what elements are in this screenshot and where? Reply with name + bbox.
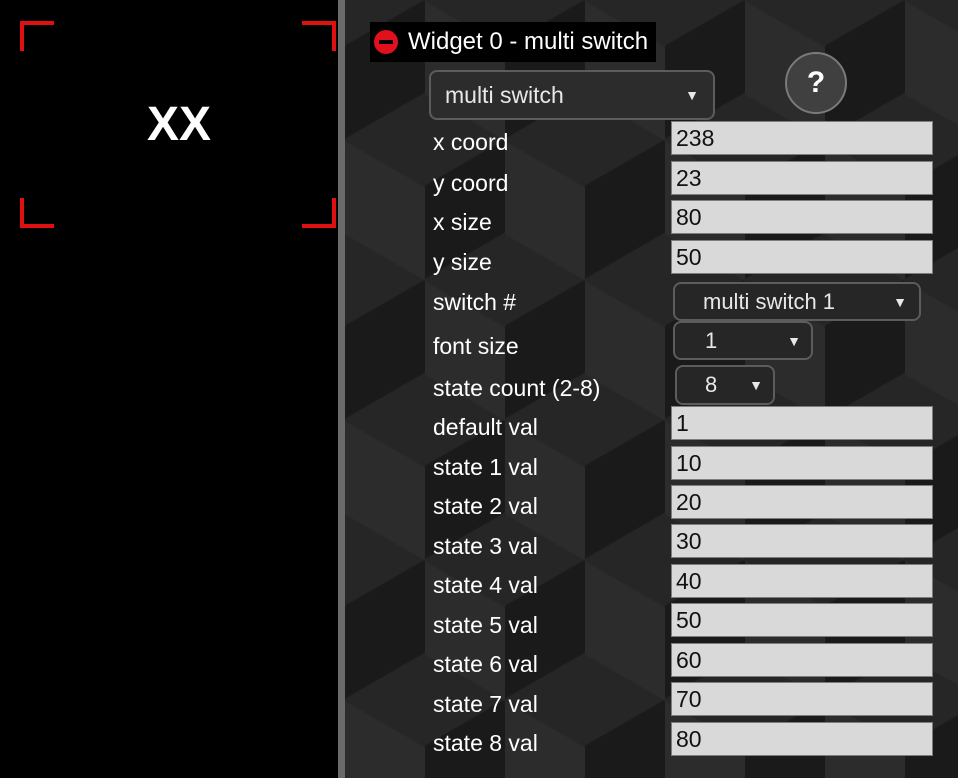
widget-type-value: multi switch (445, 81, 564, 108)
state-count-value: 8 (705, 372, 718, 397)
y-coord-input[interactable]: 23 (671, 161, 933, 195)
selection-corner-bottom-right (302, 198, 336, 228)
widget-preview-panel: XX (0, 0, 338, 778)
switch-number-label: switch # (433, 289, 517, 315)
triangle-down-icon: ▼ (685, 87, 699, 103)
default-val-label: default val (433, 414, 538, 440)
x-size-label: x size (433, 209, 492, 235)
state-1-val-label: state 1 val (433, 454, 538, 480)
y-size-label: y size (433, 249, 492, 275)
question-icon[interactable]: ? (785, 52, 847, 114)
panel-divider[interactable] (338, 0, 345, 778)
state-6-val-label: state 6 val (433, 651, 538, 677)
state-4-val-input[interactable]: 40 (671, 564, 933, 598)
state-2-val-input[interactable]: 20 (671, 485, 933, 519)
x-coord-input[interactable]: 238 (671, 121, 933, 155)
y-size-input[interactable]: 50 (671, 240, 933, 274)
selection-corner-bottom-left (20, 198, 54, 228)
widget-editor-panel: Widget 0 - multi switch multi switch ▼ ?… (345, 0, 958, 778)
default-val-input[interactable]: 1 (671, 406, 933, 440)
state-5-val-input[interactable]: 50 (671, 603, 933, 637)
state-7-val-label: state 7 val (433, 691, 538, 717)
selection-corner-top-left (20, 21, 54, 51)
state-5-val-label: state 5 val (433, 612, 538, 638)
x-size-input[interactable]: 80 (671, 200, 933, 234)
font-size-value: 1 (705, 327, 718, 353)
state-3-val-input[interactable]: 30 (671, 524, 933, 558)
state-1-val-input[interactable]: 10 (671, 446, 933, 480)
selection-corner-top-right (302, 21, 336, 51)
state-8-val-label: state 8 val (433, 730, 538, 756)
state-count-select[interactable]: 8 ▼ (675, 365, 775, 405)
state-6-val-input[interactable]: 60 (671, 643, 933, 677)
x-coord-label: x coord (433, 129, 509, 155)
state-2-val-label: state 2 val (433, 493, 538, 519)
state-8-val-input[interactable]: 80 (671, 722, 933, 756)
state-4-val-label: state 4 val (433, 572, 538, 598)
state-count-label: state count (2-8) (433, 375, 601, 401)
state-7-val-input[interactable]: 70 (671, 682, 933, 716)
triangle-down-icon: ▼ (893, 293, 907, 310)
triangle-down-icon: ▼ (749, 377, 763, 393)
minus-circle-icon[interactable] (374, 30, 398, 54)
switch-number-value: multi switch 1 (703, 288, 836, 314)
widget-header: Widget 0 - multi switch (370, 22, 657, 62)
widget-preview-text[interactable]: XX (0, 93, 358, 157)
y-coord-label: y coord (433, 170, 509, 196)
font-size-select[interactable]: 1 ▼ (673, 321, 813, 360)
widget-type-select[interactable]: multi switch ▼ (429, 70, 715, 120)
font-size-label: font size (433, 333, 519, 359)
state-3-val-label: state 3 val (433, 533, 538, 559)
switch-number-select[interactable]: multi switch 1 ▼ (673, 282, 921, 321)
triangle-down-icon: ▼ (787, 332, 801, 349)
widget-title: Widget 0 - multi switch (408, 28, 649, 55)
